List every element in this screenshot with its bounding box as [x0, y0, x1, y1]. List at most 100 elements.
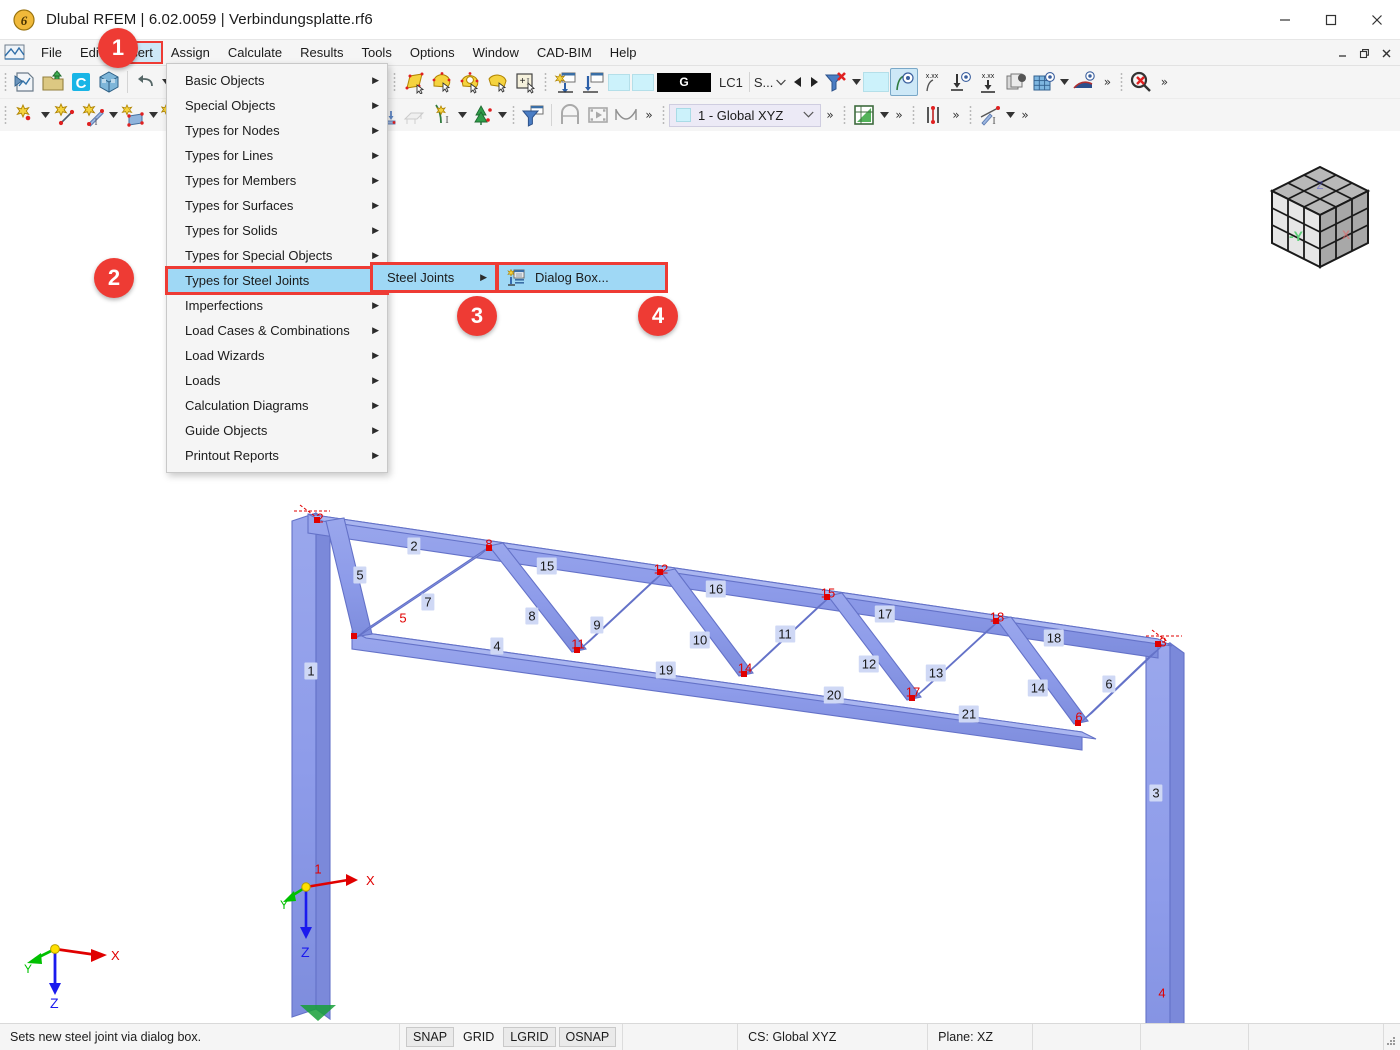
toolbar-overflow-6[interactable]: »	[947, 102, 965, 128]
insert-menu-item-types-for-nodes[interactable]: Types for Nodes ▶	[167, 118, 387, 143]
insert-menu-item-types-for-steel-joints[interactable]: Types for Steel Joints▶	[165, 266, 389, 295]
insert-menu-item-special-objects[interactable]: Special Objects ▶	[167, 93, 387, 118]
select-add-icon[interactable]: + I	[512, 68, 540, 96]
window-close-button[interactable]	[1354, 0, 1400, 40]
status-coordinate-system[interactable]: CS: Global XYZ	[738, 1024, 929, 1050]
grid-toggle[interactable]: GRID	[457, 1028, 500, 1046]
mdi-close-button[interactable]	[1376, 43, 1396, 63]
insert-menu-item-types-for-solids[interactable]: Types for Solids ▶	[167, 218, 387, 243]
set-view-icon[interactable]	[579, 68, 607, 96]
insert-menu-item-basic-objects[interactable]: Basic Objects ▶	[167, 68, 387, 93]
insert-menu-item-types-for-special-objects[interactable]: Types for Special Objects ▶	[167, 243, 387, 268]
mdi-minimize-button[interactable]	[1332, 43, 1352, 63]
values-down-icon[interactable]: x.xx	[974, 68, 1002, 96]
new-member-hinge-icon[interactable]: I	[428, 101, 456, 129]
animation-icon[interactable]	[584, 101, 612, 129]
next-load-case-button[interactable]	[806, 70, 822, 94]
toolbar-grip[interactable]	[841, 104, 848, 126]
new-member-dropdown-caret[interactable]	[107, 101, 119, 129]
cloud-connect-icon[interactable]: C	[67, 68, 95, 96]
resize-grip-icon[interactable]	[1384, 1024, 1400, 1050]
worksheet-icon[interactable]	[850, 101, 878, 129]
menu-tools[interactable]: Tools	[352, 42, 400, 63]
toolbar-grip[interactable]	[967, 104, 974, 126]
undo-icon[interactable]	[132, 68, 160, 96]
values-on-surface-icon[interactable]: x.xx	[918, 68, 946, 96]
select-by-window-icon[interactable]	[400, 68, 428, 96]
new-load-dropdown-caret[interactable]	[496, 101, 508, 129]
mdi-restore-button[interactable]	[1354, 43, 1374, 63]
insert-menu-item-load-cases-combinations[interactable]: Load Cases & Combinations ▶	[167, 318, 387, 343]
dialog-box-submenu[interactable]: Dialog Box...	[496, 262, 668, 293]
grid-view-icon[interactable]	[1030, 68, 1058, 96]
new-line-icon[interactable]	[51, 101, 79, 129]
toolbar-overflow-5[interactable]: »	[890, 102, 908, 128]
insert-menu-item-loads[interactable]: Loads ▶	[167, 368, 387, 393]
insert-menu-item-load-wizards[interactable]: Load Wizards ▶	[167, 343, 387, 368]
prev-load-case-button[interactable]	[790, 70, 806, 94]
toolbar-grip[interactable]	[510, 104, 517, 126]
toolbar-grip[interactable]	[910, 104, 917, 126]
color-swatch-3[interactable]	[863, 72, 890, 92]
toolbar-grip[interactable]	[542, 71, 549, 93]
toolbar-grip[interactable]	[660, 104, 667, 126]
open-model-icon[interactable]	[39, 68, 67, 96]
select-freehand-icon[interactable]	[484, 68, 512, 96]
worksheet-dropdown-caret[interactable]	[878, 101, 890, 129]
select-special-icon[interactable]	[428, 68, 456, 96]
insert-menu-item-calculation-diagrams[interactable]: Calculation Diagrams ▶	[167, 393, 387, 418]
filter-dropdown-caret[interactable]	[850, 68, 862, 96]
filter-clear-icon[interactable]	[822, 68, 850, 96]
load-group-indicator[interactable]: G	[657, 72, 711, 92]
insert-menu-item-types-for-surfaces[interactable]: Types for Surfaces ▶	[167, 193, 387, 218]
window-minimize-button[interactable]	[1262, 0, 1308, 40]
toolbar-overflow-4[interactable]: »	[821, 102, 839, 128]
solids-view-icon[interactable]	[1002, 68, 1030, 96]
window-maximize-button[interactable]	[1308, 0, 1354, 40]
zoom-reset-icon[interactable]	[1127, 68, 1155, 96]
new-model-icon[interactable]	[11, 68, 39, 96]
insert-menu-item-printout-reports[interactable]: Printout Reports ▶	[167, 443, 387, 468]
toolbar-overflow-1[interactable]: »	[1098, 69, 1116, 95]
member-divide-icon[interactable]	[919, 101, 947, 129]
member-hinge-dropdown-caret[interactable]	[456, 101, 468, 129]
color-swatch-2[interactable]	[632, 73, 654, 91]
selection-combo[interactable]: S...	[748, 72, 791, 92]
insert-menu-item-imperfections[interactable]: Imperfections ▶	[167, 293, 387, 318]
color-swatch-1[interactable]	[608, 73, 630, 91]
diagram-icon[interactable]	[612, 101, 640, 129]
insert-view-icon[interactable]	[551, 68, 579, 96]
select-lasso-icon[interactable]	[456, 68, 484, 96]
grid-dropdown-caret[interactable]	[1058, 68, 1070, 96]
arch-icon[interactable]	[556, 101, 584, 129]
toolbar-grip[interactable]	[2, 71, 9, 93]
steel-joints-submenu[interactable]: Steel Joints ▶	[370, 262, 498, 293]
new-surface-support-icon[interactable]	[400, 101, 428, 129]
lgrid-toggle[interactable]: LGRID	[503, 1027, 556, 1047]
menu-options[interactable]: Options	[401, 42, 464, 63]
render-model-icon[interactable]	[95, 68, 123, 96]
menu-results[interactable]: Results	[291, 42, 352, 63]
new-node-icon[interactable]	[11, 101, 39, 129]
toolbar-overflow-3[interactable]: »	[640, 102, 658, 128]
insert-menu-item-types-for-members[interactable]: Types for Members ▶	[167, 168, 387, 193]
dimension-icon[interactable]: I	[976, 101, 1004, 129]
insert-menu-item-types-for-lines[interactable]: Types for Lines ▶	[167, 143, 387, 168]
results-down-icon[interactable]	[946, 68, 974, 96]
menu-cad-bim[interactable]: CAD-BIM	[528, 42, 601, 63]
load-case-label[interactable]: LC1	[713, 75, 749, 90]
status-plane[interactable]: Plane: XZ	[928, 1024, 1034, 1050]
new-surface-dropdown-caret[interactable]	[147, 101, 159, 129]
new-node-dropdown-caret[interactable]	[39, 101, 51, 129]
toolbar-overflow-2[interactable]: »	[1155, 69, 1173, 95]
insert-menu-dropdown[interactable]: Basic Objects ▶ Special Objects ▶ Types for …	[165, 63, 389, 473]
toolbar-grip[interactable]	[2, 104, 9, 126]
submenu-item-dialog-box[interactable]: Dialog Box...	[499, 265, 665, 290]
filter-visibility-icon[interactable]	[519, 101, 547, 129]
new-surface-icon[interactable]	[119, 101, 147, 129]
menu-window[interactable]: Window	[464, 42, 528, 63]
coordinate-system-combo[interactable]: 1 - Global XYZ	[669, 103, 821, 127]
submenu-item-steel-joints[interactable]: Steel Joints ▶	[373, 265, 495, 290]
snap-toggle[interactable]: SNAP	[406, 1027, 455, 1047]
dimension-dropdown-caret[interactable]	[1004, 101, 1016, 129]
